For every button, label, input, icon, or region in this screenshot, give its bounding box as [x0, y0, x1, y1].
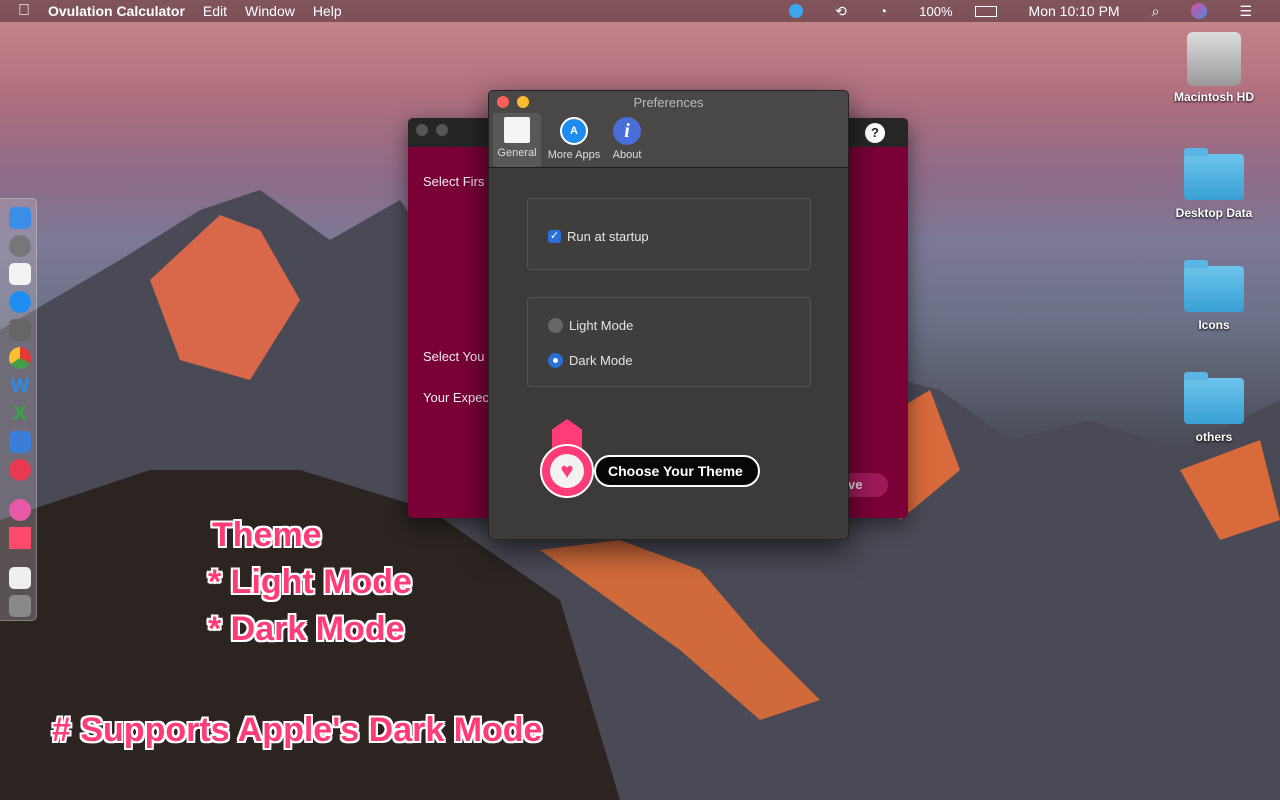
spotlight-icon[interactable]: ⌕ [1152, 3, 1160, 20]
time-machine-icon[interactable]: ⟲ [835, 3, 847, 20]
desktop-item-label: Icons [1198, 318, 1230, 332]
close-button[interactable] [416, 124, 428, 136]
light-mode-radio[interactable]: Light Mode [548, 318, 633, 333]
tab-label: More Apps [547, 149, 601, 161]
cycle-label: Select You [423, 349, 485, 364]
tab-label: General [497, 147, 537, 159]
battery-icon[interactable] [974, 5, 997, 17]
radio-icon [548, 318, 563, 333]
battery-percent[interactable]: 100% [919, 4, 952, 19]
minimize-button[interactable] [436, 124, 448, 136]
help-button[interactable]: ? [865, 123, 885, 143]
menu-bar:  Ovulation Calculator Edit Window Help … [0, 0, 1280, 22]
wifi-icon[interactable]: ◔ [879, 3, 887, 19]
excel-icon[interactable]: X [9, 403, 31, 425]
window-title: Preferences [633, 95, 704, 110]
swift-file-icon[interactable] [9, 567, 31, 589]
system-preferences-icon[interactable] [9, 319, 31, 341]
expected-label: Your Expec [423, 390, 490, 405]
info-icon: i [613, 117, 641, 145]
tab-more-apps[interactable]: A More Apps [543, 113, 605, 167]
app-store-icon: A [560, 117, 588, 145]
dock: W X [0, 198, 37, 621]
app-status-icon[interactable] [789, 4, 804, 18]
desktop-item-label: Macintosh HD [1173, 90, 1254, 104]
desktop-item-others[interactable]: others [1164, 372, 1264, 444]
chrome-icon[interactable] [9, 347, 31, 369]
siri-icon[interactable] [1191, 3, 1208, 19]
reminders-icon[interactable] [9, 263, 31, 285]
desktop-item-label: others [1195, 430, 1233, 444]
badge-circle: ♥ [540, 444, 594, 498]
theme-mode-group: Light Mode Dark Mode [527, 297, 811, 387]
folder-icon [1184, 260, 1244, 312]
apple-menu-icon[interactable]:  [18, 2, 30, 20]
launchpad-icon[interactable] [9, 235, 31, 257]
menu-edit[interactable]: Edit [203, 3, 227, 19]
run-at-startup-checkbox[interactable]: ✓ Run at startup [548, 229, 649, 244]
finder-icon[interactable] [9, 207, 31, 229]
folder-icon [1184, 372, 1244, 424]
notification-center-icon[interactable]: ☰ [1239, 3, 1252, 20]
folder-icon [1184, 148, 1244, 200]
desktop-item-icons[interactable]: Icons [1164, 260, 1264, 332]
radio-selected-icon [548, 353, 563, 368]
ovulation-app-icon[interactable] [9, 527, 31, 549]
desktop-item-desktop-data[interactable]: Desktop Data [1164, 148, 1264, 220]
xcode-icon[interactable] [9, 431, 31, 453]
desktop-item-macintosh-hd[interactable]: Macintosh HD [1164, 32, 1264, 104]
checkmark-icon: ✓ [548, 230, 561, 243]
app-menu[interactable]: Ovulation Calculator [48, 3, 185, 19]
itunes-icon[interactable] [9, 499, 31, 521]
word-icon[interactable]: W [9, 375, 31, 397]
radio-label: Dark Mode [569, 353, 633, 368]
clock[interactable]: Mon 10:10 PM [1029, 3, 1120, 19]
startup-group: ✓ Run at startup [527, 198, 811, 270]
first-day-label: Select Firs [423, 174, 485, 189]
menu-window[interactable]: Window [245, 3, 295, 19]
toolbar: Preferences General A More Apps i About [489, 91, 848, 168]
radio-label: Light Mode [569, 318, 634, 333]
annotation-supports-dark-mode: # Supports Apple's Dark Mode [52, 711, 543, 749]
hard-drive-icon [1187, 32, 1241, 86]
tab-general[interactable]: General [493, 113, 541, 167]
heart-icon: ♥ [550, 454, 584, 488]
choose-theme-badge: Choose Your Theme ♥ [540, 419, 762, 499]
tab-label: About [612, 149, 642, 161]
annotation-light-mode: * Light Mode [208, 563, 412, 601]
trash-icon[interactable] [9, 595, 31, 617]
menu-help[interactable]: Help [313, 3, 342, 19]
dark-mode-radio[interactable]: Dark Mode [548, 353, 633, 368]
preferences-window: Preferences General A More Apps i About … [488, 90, 849, 540]
annotation-dark-mode: * Dark Mode [208, 610, 405, 648]
tab-about[interactable]: i About [607, 113, 647, 167]
app-store-icon[interactable] [9, 291, 31, 313]
desktop-item-label: Desktop Data [1175, 206, 1253, 220]
badge-text: Choose Your Theme [594, 455, 760, 487]
checkbox-label: Run at startup [567, 229, 649, 244]
news-icon[interactable] [9, 459, 31, 481]
annotation-theme: Theme [212, 516, 322, 554]
switch-icon [504, 117, 530, 143]
